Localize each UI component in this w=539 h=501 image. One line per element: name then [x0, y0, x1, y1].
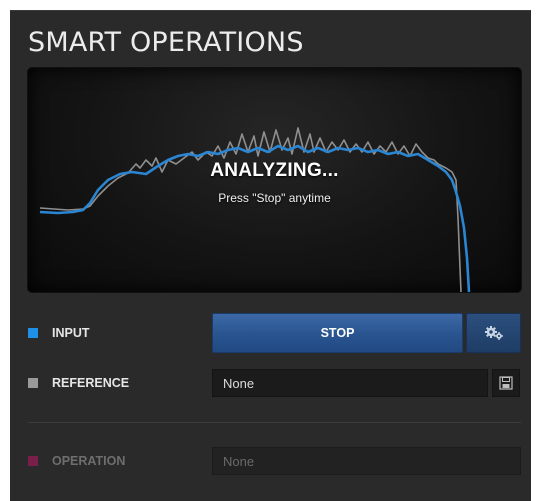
input-color-swatch: [28, 328, 38, 338]
panel-title: SMART OPERATIONS: [28, 27, 304, 58]
operation-label: OPERATION: [52, 454, 126, 468]
reference-select[interactable]: None: [212, 369, 488, 397]
input-row-label: INPUT: [28, 323, 90, 343]
operation-select[interactable]: None: [212, 447, 521, 475]
reference-value: None: [223, 375, 255, 391]
input-label: INPUT: [52, 326, 90, 340]
analyzing-status: ANALYZING...: [210, 160, 339, 181]
operation-color-swatch: [28, 456, 38, 466]
operation-row-label: OPERATION: [28, 451, 125, 471]
reference-color-swatch: [28, 378, 38, 388]
save-icon: [499, 376, 513, 390]
stop-button[interactable]: STOP: [212, 313, 463, 353]
reference-label: REFERENCE: [52, 376, 130, 390]
section-divider: [28, 422, 521, 423]
settings-button[interactable]: [466, 313, 521, 353]
smart-operations-panel: SMART OPERATIONS ANALYZING... Press "Sto…: [10, 10, 531, 501]
stop-button-label: STOP: [320, 326, 355, 340]
stop-hint: Press "Stop" anytime: [218, 191, 331, 205]
gears-icon: [484, 326, 503, 340]
operation-value: None: [223, 453, 255, 469]
reference-row-label: REFERENCE: [28, 373, 129, 393]
save-reference-button[interactable]: [492, 369, 520, 397]
spectrum-display: ANALYZING... Press "Stop" anytime: [27, 67, 522, 293]
